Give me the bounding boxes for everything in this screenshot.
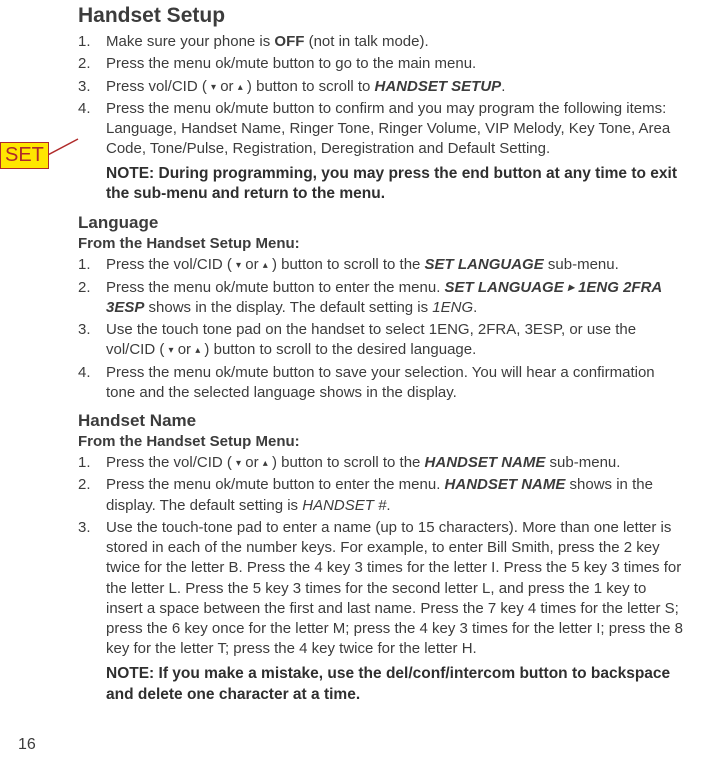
hn-step-3: Use the touch-tone pad to enter a name (… <box>78 518 686 660</box>
lang-step-3: Use the touch tone pad on the handset to… <box>78 320 686 361</box>
text: ) button to scroll to <box>243 78 375 95</box>
page-number: 16 <box>18 736 36 754</box>
text: Make sure your phone is <box>106 33 274 50</box>
handset-name-steps: Press the vol/CID ( ▾ or ▴ ) button to s… <box>78 453 686 660</box>
hs-step-1: Make sure your phone is OFF (not in talk… <box>78 32 686 52</box>
hs-step-3: Press vol/CID ( ▾ or ▴ ) button to scrol… <box>78 77 686 97</box>
default-value: 1ENG <box>432 299 473 316</box>
handset-setup-steps: Make sure your phone is OFF (not in talk… <box>78 32 686 160</box>
text: (not in talk mode). <box>304 33 428 50</box>
lang-step-4: Press the menu ok/mute button to save yo… <box>78 363 686 404</box>
hs-step-4: Press the menu ok/mute button to confirm… <box>78 99 686 160</box>
display-text: SET LANGUAGE <box>445 279 568 296</box>
text: or <box>241 256 263 273</box>
handset-name-note: NOTE: If you make a mistake, use the del… <box>106 664 686 706</box>
document-body: Handset Setup Make sure your phone is OF… <box>0 0 714 719</box>
from-handset-setup-menu: From the Handset Setup Menu: <box>78 235 686 252</box>
lang-step-2: Press the menu ok/mute button to enter t… <box>78 278 686 319</box>
text: or <box>174 341 196 358</box>
text: Press vol/CID ( <box>106 78 211 95</box>
text: Press the menu ok/mute button to enter t… <box>106 476 445 493</box>
menu-target: HANDSET NAME <box>425 454 546 471</box>
handset-setup-note: NOTE: During programming, you may press … <box>106 164 686 206</box>
text: ) button to scroll to the <box>268 454 425 471</box>
text: sub-menu. <box>544 256 619 273</box>
text: or <box>241 454 263 471</box>
text: shows in the display. The default settin… <box>144 299 432 316</box>
text: . <box>473 299 477 316</box>
text: . <box>386 497 390 514</box>
lang-step-1: Press the vol/CID ( ▾ or ▴ ) button to s… <box>78 255 686 275</box>
display-text: HANDSET NAME <box>445 476 566 493</box>
text: ) button to scroll to the <box>268 256 425 273</box>
section-title-handset-setup: Handset Setup <box>78 4 686 28</box>
section-title-language: Language <box>78 213 686 233</box>
text: . <box>501 78 505 95</box>
text: sub-menu. <box>545 454 620 471</box>
annotation-set-tag: SET <box>0 142 49 169</box>
menu-target: SET LANGUAGE <box>425 256 544 273</box>
hs-step-2: Press the menu ok/mute button to go to t… <box>78 54 686 74</box>
text-off: OFF <box>274 33 304 50</box>
hn-step-1: Press the vol/CID ( ▾ or ▴ ) button to s… <box>78 453 686 473</box>
menu-target: HANDSET SETUP <box>375 78 502 95</box>
from-handset-setup-menu: From the Handset Setup Menu: <box>78 433 686 450</box>
section-title-handset-name: Handset Name <box>78 411 686 431</box>
hn-step-2: Press the menu ok/mute button to enter t… <box>78 475 686 516</box>
language-steps: Press the vol/CID ( ▾ or ▴ ) button to s… <box>78 255 686 403</box>
text: Press the menu ok/mute button to enter t… <box>106 279 445 296</box>
text: ) button to scroll to the desired langua… <box>200 341 476 358</box>
default-value: HANDSET # <box>302 497 386 514</box>
text: or <box>216 78 238 95</box>
text: Press the vol/CID ( <box>106 454 236 471</box>
text: Press the vol/CID ( <box>106 256 236 273</box>
